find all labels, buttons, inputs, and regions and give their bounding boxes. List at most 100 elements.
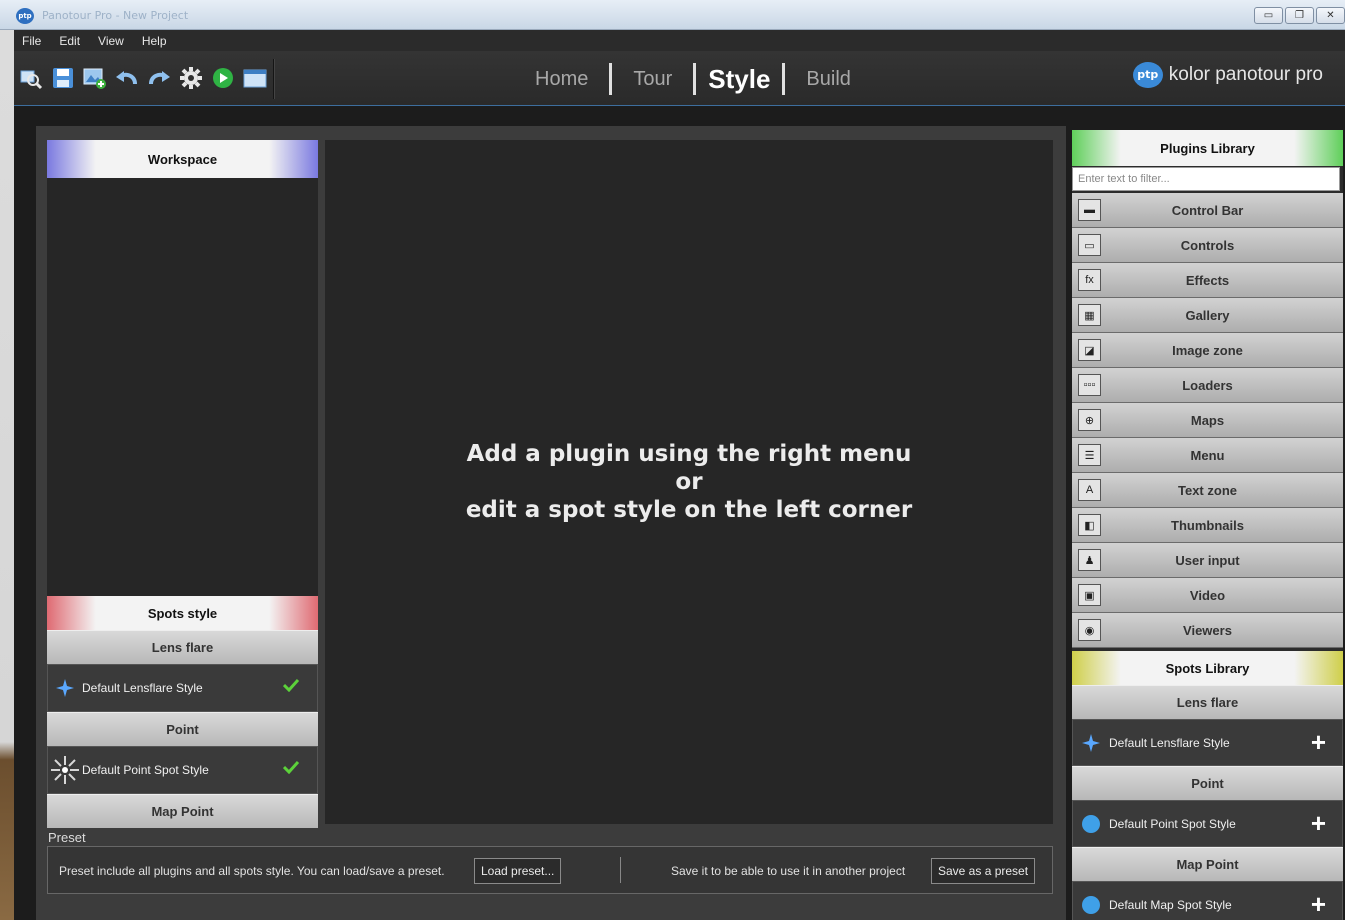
plugin-label: Text zone [1178,482,1237,498]
plugin-item[interactable]: ▫▫▫ Loaders [1072,368,1343,403]
effects-fx-icon: fx [1078,269,1101,291]
sunburst-icon [48,755,82,785]
toolbar-separator [273,59,275,99]
plugin-item[interactable]: A Text zone [1072,473,1343,508]
close-button[interactable]: ✕ [1316,7,1345,24]
message-line-2: or [675,469,703,495]
add-image-icon[interactable] [82,65,108,91]
text-zone-icon: A [1078,479,1101,501]
thumbnails-icon: ◧ [1078,514,1101,536]
category-map-point: Map Point [47,794,318,828]
plugin-item[interactable]: ▭ Controls [1072,228,1343,263]
plugin-label: User input [1175,552,1240,568]
style-label: Default Point Spot Style [82,763,209,777]
preview-window-icon[interactable] [242,65,268,91]
plugin-item[interactable]: ▣ Video [1072,578,1343,613]
window-titlebar: ptp Panotour Pro - New Project ▭ ❐ ✕ [0,0,1345,30]
settings-gear-icon[interactable] [178,65,204,91]
spots-style-section: Spots style Lens flare Default Lensflare… [47,596,318,828]
play-icon[interactable] [210,65,236,91]
add-icon[interactable]: + [1311,810,1326,836]
plugin-item[interactable]: ◪ Image zone [1072,333,1343,368]
workspace-panel: Workspace Spots style Lens flare Default… [47,140,318,828]
nav-tour[interactable]: Tour [612,68,693,91]
preset-label: Preset [48,830,86,845]
library-map-style[interactable]: Default Map Spot Style + [1072,881,1343,920]
nav-build[interactable]: Build [785,68,871,91]
menu-help[interactable]: Help [142,34,167,48]
save-preset-hint: Save it to be able to use it in another … [671,864,906,878]
toolbar: Home Tour Style Build ptp kolor panotour… [14,51,1345,106]
load-preset-button[interactable]: Load preset... [474,858,562,884]
brand-logo-icon: ptp [1132,62,1163,88]
plugin-label: Video [1189,587,1226,603]
plugin-label: Thumbnails [1171,517,1244,533]
checkmark-icon [282,678,300,695]
library-point-style[interactable]: Default Point Spot Style + [1072,800,1343,847]
star-icon [48,679,82,697]
minimize-button[interactable]: ▭ [1254,7,1283,24]
plugin-label: Controls [1180,237,1235,253]
menu-file[interactable]: File [22,34,41,48]
workspace-area[interactable] [47,178,318,596]
category-lens-flare: Lens flare [47,630,318,664]
plugin-item[interactable]: fx Effects [1072,263,1343,298]
blue-dot-icon [1073,895,1109,915]
plugin-item[interactable]: ◉ Viewers [1072,613,1343,648]
redo-icon[interactable] [146,65,172,91]
plugin-item[interactable]: ▦ Gallery [1072,298,1343,333]
library-category-point: Point [1072,766,1343,800]
message-line-3: edit a spot style on the left corner [465,497,913,523]
menu-edit[interactable]: Edit [59,34,80,48]
library-lensflare-style[interactable]: Default Lensflare Style + [1072,719,1343,766]
style-label: Default Map Spot Style [1109,897,1232,912]
menu-view[interactable]: View [98,34,124,48]
plugin-item[interactable]: ▬ Control Bar [1072,193,1343,228]
plugin-item[interactable]: ☰ Menu [1072,438,1343,473]
plugin-filter-input[interactable] [1072,167,1340,191]
search-images-icon[interactable] [18,65,44,91]
library-panel: Plugins Library ▬ Control Bar ▭ Controls fx E… [1072,130,1343,920]
nav-style[interactable]: Style [696,64,782,95]
style-label: Default Lensflare Style [82,681,203,695]
window-controls: ▭ ❐ ✕ [1254,7,1345,24]
plugin-label: Maps [1190,412,1225,428]
preset-description: Preset include all plugins and all spots… [59,864,445,878]
maximize-button[interactable]: ❐ [1285,7,1314,24]
blue-dot-icon [1073,814,1109,834]
save-icon[interactable] [50,65,76,91]
plugin-item[interactable]: ◧ Thumbnails [1072,508,1343,543]
plugin-label: Effects [1185,272,1230,288]
toolbar-icons [18,65,268,91]
preset-separator [620,857,621,883]
plugin-label: Menu [1190,447,1225,463]
app-icon: ptp [16,8,34,24]
workspace-lensflare-style[interactable]: Default Lensflare Style [47,664,318,712]
plugin-label: Viewers [1183,622,1232,638]
preview-canvas[interactable]: Add a plugin using the right menu or edi… [325,140,1053,824]
window-title: Panotour Pro - New Project [42,9,189,22]
plugin-item[interactable]: ♟ User input [1072,543,1343,578]
plugin-label: Loaders [1182,377,1233,393]
save-as-preset-button[interactable]: Save as a preset [931,858,1036,884]
library-category-lens-flare: Lens flare [1072,685,1343,719]
loaders-icon: ▫▫▫ [1078,374,1101,396]
star-icon [1073,733,1109,752]
undo-icon[interactable] [114,65,140,91]
plugin-item[interactable]: ⊕ Maps [1072,403,1343,438]
user-input-icon: ♟ [1078,549,1101,571]
add-icon[interactable]: + [1311,891,1326,917]
workspace-point-style[interactable]: Default Point Spot Style [47,746,318,794]
menu-bar: File Edit View Help [14,30,1345,51]
menu-icon: ☰ [1078,444,1101,466]
preset-box: Preset include all plugins and all spots… [47,846,1053,894]
plugin-list: ▬ Control Bar ▭ Controls fx Effects ▦ Gallery ◪ I… [1072,193,1343,648]
gallery-icon: ▦ [1078,304,1101,326]
brand-name: kolor panotour pro [1168,64,1323,85]
checkmark-icon [282,760,300,777]
nav-home[interactable]: Home [514,68,609,91]
main-nav: Home Tour Style Build [514,61,872,97]
style-label: Default Point Spot Style [1109,816,1236,831]
video-icon: ▣ [1078,584,1101,606]
add-icon[interactable]: + [1311,729,1326,755]
